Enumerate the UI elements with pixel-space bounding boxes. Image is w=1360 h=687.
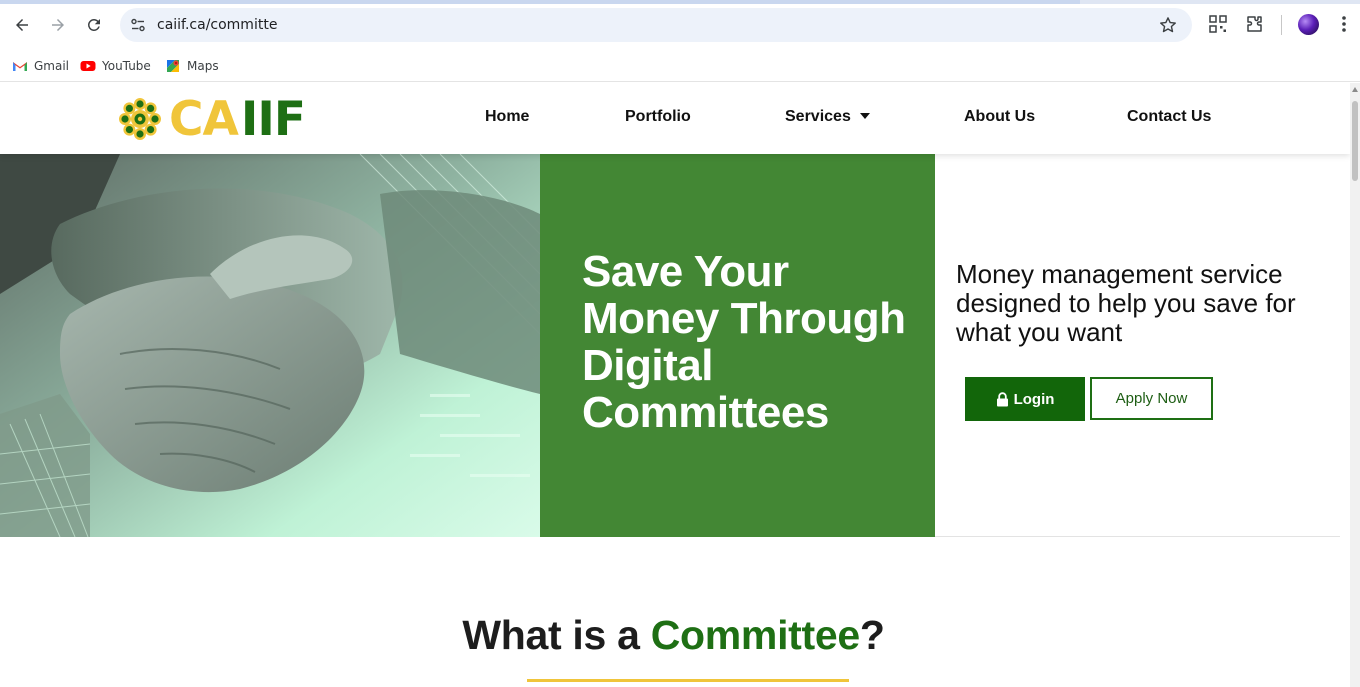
- section-title-highlight: Committee: [650, 612, 860, 658]
- bookmark-label: Gmail: [34, 59, 70, 73]
- apply-now-button[interactable]: Apply Now: [1090, 377, 1213, 420]
- section-title-suffix: ?: [859, 612, 885, 658]
- page-scrollbar[interactable]: [1350, 83, 1360, 687]
- youtube-icon: [80, 61, 96, 71]
- section-title-prefix: What is a: [462, 612, 651, 658]
- caret-down-icon: [859, 113, 870, 119]
- address-bar[interactable]: caiif.ca/committe: [120, 8, 1192, 42]
- apply-now-label: Apply Now: [1115, 390, 1188, 407]
- hero-cta-panel: Money management service designed to hel…: [935, 154, 1340, 537]
- back-button[interactable]: [9, 12, 35, 38]
- nav-contact[interactable]: Contact Us: [1127, 108, 1211, 126]
- bookmark-label: Maps: [187, 59, 219, 73]
- caiif-emblem-icon: [119, 98, 161, 140]
- nav-about[interactable]: About Us: [964, 108, 1035, 126]
- login-button[interactable]: Login: [965, 377, 1085, 421]
- profile-avatar[interactable]: [1298, 14, 1319, 35]
- caiif-logo[interactable]: CA IIF: [114, 92, 329, 146]
- reload-icon: [87, 18, 100, 31]
- more-menu-icon[interactable]: [1336, 14, 1352, 34]
- web-page: CA IIF Home Portfolio Services About Us C…: [0, 83, 1350, 687]
- forward-button[interactable]: [45, 12, 71, 38]
- extensions-icon[interactable]: [1244, 14, 1264, 34]
- arrow-left-icon: [16, 19, 28, 31]
- arrow-right-icon: [52, 19, 64, 31]
- browser-toolbar: caiif.ca/committe: [0, 0, 1360, 50]
- lock-icon: [996, 391, 1008, 406]
- logo-text-ca: CA: [169, 91, 239, 147]
- reload-button[interactable]: [81, 12, 107, 38]
- handshake-illustration: [0, 154, 540, 537]
- nav-services[interactable]: Services: [785, 108, 870, 126]
- section-title: What is a Committee?: [0, 612, 1347, 659]
- scroll-up-arrow-icon[interactable]: [1352, 87, 1358, 92]
- hero-title: Save Your Money Through Digital Committe…: [582, 247, 906, 437]
- hero-title-panel: Save Your Money Through Digital Committe…: [540, 154, 935, 537]
- url-text[interactable]: caiif.ca/committe: [157, 17, 277, 33]
- nav-services-label: Services: [785, 108, 851, 125]
- maps-icon: [167, 60, 179, 72]
- qr-code-icon[interactable]: [1208, 14, 1228, 34]
- login-button-label: Login: [1013, 390, 1055, 408]
- nav-home[interactable]: Home: [485, 108, 529, 126]
- site-info-icon[interactable]: [130, 17, 146, 33]
- hero-handshake-image: [0, 154, 540, 537]
- bookmark-maps[interactable]: Maps: [165, 55, 219, 77]
- bookmark-star-icon[interactable]: [1158, 15, 1178, 35]
- scrollbar-thumb[interactable]: [1352, 101, 1358, 181]
- bookmark-youtube[interactable]: YouTube: [80, 55, 151, 77]
- site-header: CA IIF Home Portfolio Services About Us C…: [0, 83, 1350, 154]
- nav-portfolio[interactable]: Portfolio: [625, 108, 691, 126]
- tab-strip: [0, 0, 1360, 4]
- logo-text-iif: IIF: [240, 91, 306, 147]
- bookmarks-bar: Gmail YouTube Maps: [0, 50, 1360, 82]
- title-underline-bar: [527, 679, 849, 682]
- bookmark-label: YouTube: [102, 59, 151, 73]
- toolbar-divider: [1281, 15, 1282, 35]
- title-underline-dots: [500, 679, 522, 682]
- hero-subtitle: Money management service designed to hel…: [956, 259, 1296, 347]
- gmail-icon: [13, 62, 27, 71]
- bookmark-gmail[interactable]: Gmail: [12, 55, 69, 77]
